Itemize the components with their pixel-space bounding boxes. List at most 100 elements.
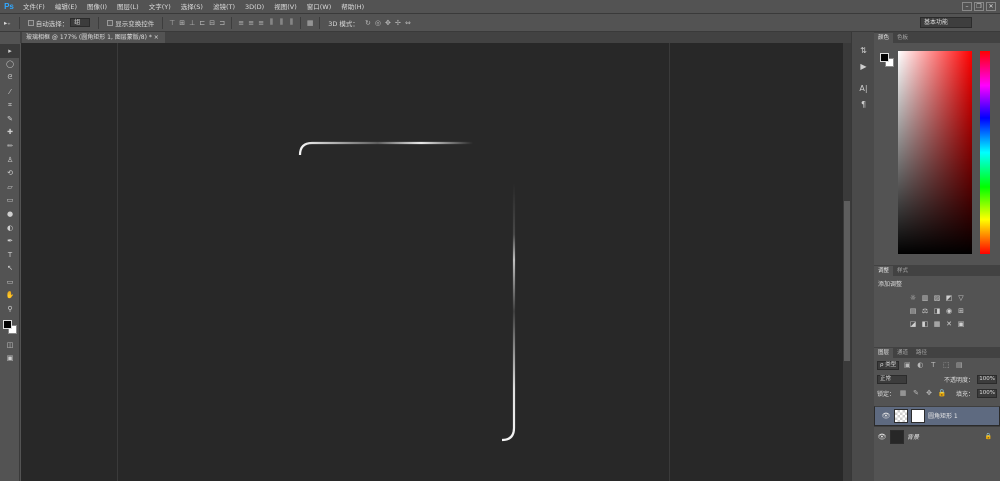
menu-3d[interactable]: 3D(D) <box>240 0 269 14</box>
history-icon[interactable]: ⇅ <box>852 42 875 58</box>
distribute-bottom-icon[interactable]: ≡ <box>256 19 266 27</box>
color-balance-icon[interactable]: ⚖ <box>921 307 930 316</box>
eraser-tool[interactable]: ▱ <box>0 180 20 194</box>
hand-tool[interactable]: ✋ <box>0 289 20 303</box>
black-white-icon[interactable]: ◨ <box>933 307 942 316</box>
layer-name[interactable]: 背景 <box>907 432 919 441</box>
foreground-color-swatch[interactable] <box>3 319 12 329</box>
align-hcenter-icon[interactable]: ⊟ <box>207 19 217 27</box>
align-bottom-icon[interactable]: ⊥ <box>187 19 197 27</box>
elliptical-marquee-tool[interactable]: ◯ <box>0 58 20 72</box>
color-picker-field[interactable] <box>898 51 972 254</box>
zoom-tool[interactable]: ⚲ <box>0 302 20 316</box>
clone-stamp-tool[interactable]: ♙ <box>0 153 20 167</box>
lasso-tool[interactable]: ᘓ <box>0 71 20 85</box>
menu-filter[interactable]: 滤镜(T) <box>208 0 240 14</box>
move-tool[interactable]: ▸ <box>0 44 20 58</box>
quick-mask-icon[interactable]: ◫ <box>0 338 20 352</box>
menu-window[interactable]: 窗口(W) <box>302 0 337 14</box>
hue-slider[interactable] <box>980 51 990 254</box>
lock-pixels-icon[interactable]: ✎ <box>911 389 921 397</box>
screen-mode-icon[interactable]: ▣ <box>0 351 20 365</box>
align-vcenter-icon[interactable]: ⊞ <box>177 19 187 27</box>
visibility-eye-icon[interactable]: 👁 <box>878 412 894 420</box>
layer-mask-thumbnail[interactable] <box>911 409 925 423</box>
workspace-dropdown[interactable]: 基本功能 <box>920 17 972 28</box>
lock-transparent-icon[interactable]: ▦ <box>898 389 908 397</box>
document-canvas[interactable] <box>21 43 843 481</box>
align-top-icon[interactable]: ⊤ <box>167 19 177 27</box>
show-transform-checkbox[interactable] <box>107 19 114 26</box>
curves-icon[interactable]: ▨ <box>933 294 942 303</box>
actions-icon[interactable]: ▶ <box>852 58 875 74</box>
gradient-tool[interactable]: ▭ <box>0 194 20 208</box>
3d-roll-icon[interactable]: ◎ <box>373 19 383 27</box>
3d-scale-icon[interactable]: ⇔ <box>403 19 413 27</box>
distribute-top-icon[interactable]: ≡ <box>236 19 246 27</box>
menu-file[interactable]: 文件(F) <box>18 0 50 14</box>
tab-paths[interactable]: 路径 <box>912 348 931 358</box>
gradient-map-icon[interactable]: ▣ <box>957 320 966 329</box>
filter-smart-icon[interactable]: ▤ <box>954 361 964 369</box>
tab-color[interactable]: 颜色 <box>874 33 894 43</box>
3d-rotate-icon[interactable]: ↻ <box>363 19 373 27</box>
auto-select-dropdown[interactable]: 组 <box>70 18 91 27</box>
filter-pixel-icon[interactable]: ▣ <box>902 361 912 369</box>
distribute-hcenter-icon[interactable]: ⫼ <box>276 18 286 27</box>
invert-icon[interactable]: ◪ <box>909 320 918 329</box>
menu-type[interactable]: 文字(Y) <box>144 0 176 14</box>
character-icon[interactable]: A| <box>852 80 875 96</box>
menu-select[interactable]: 选择(S) <box>176 0 208 14</box>
distribute-left-icon[interactable]: ⫼ <box>266 18 276 27</box>
canvas-scrollbar[interactable] <box>843 43 851 481</box>
path-selection-tool[interactable]: ↖ <box>0 262 20 276</box>
document-tab[interactable]: 玻璃相框 @ 177% (圆角矩形 1, 图层蒙版/8) * × <box>22 32 165 43</box>
threshold-icon[interactable]: ▦ <box>933 320 942 329</box>
photo-filter-icon[interactable]: ◉ <box>945 307 954 316</box>
eyedropper-tool[interactable]: ✎ <box>0 112 20 126</box>
scrollbar-thumb[interactable] <box>844 201 850 361</box>
levels-icon[interactable]: ▥ <box>921 294 930 303</box>
distribute-vcenter-icon[interactable]: ≡ <box>246 19 256 27</box>
layer-filter-dropdown[interactable]: ρ 类型 <box>877 360 900 370</box>
fill-input[interactable]: 100% <box>977 388 997 398</box>
tab-swatches[interactable]: 色板 <box>893 33 912 43</box>
filter-type-icon[interactable]: T <box>928 361 938 369</box>
close-button[interactable]: ✕ <box>986 2 996 11</box>
brush-tool[interactable]: ✏ <box>0 139 20 153</box>
exposure-icon[interactable]: ◩ <box>945 294 954 303</box>
brightness-contrast-icon[interactable]: ☼ <box>909 294 918 303</box>
layer-row-background[interactable]: 👁 背景 🔒 <box>874 426 1000 446</box>
menu-help[interactable]: 帮助(H) <box>336 0 369 14</box>
crop-tool[interactable]: ⌗ <box>0 98 20 112</box>
menu-view[interactable]: 视图(V) <box>269 0 302 14</box>
visibility-eye-icon[interactable]: 👁 <box>874 433 890 441</box>
menu-image[interactable]: 图像(I) <box>82 0 112 14</box>
history-brush-tool[interactable]: ⟲ <box>0 166 20 180</box>
3d-slide-icon[interactable]: ✢ <box>393 19 403 27</box>
tab-styles[interactable]: 样式 <box>893 266 912 276</box>
type-tool[interactable]: T <box>0 248 20 262</box>
distribute-right-icon[interactable]: ⫼ <box>286 18 296 27</box>
filter-adjust-icon[interactable]: ◐ <box>915 361 925 369</box>
panel-foreground-swatch[interactable] <box>880 53 889 62</box>
auto-select-checkbox[interactable] <box>27 19 34 26</box>
filter-shape-icon[interactable]: ⬚ <box>941 361 951 369</box>
restore-button[interactable]: ❐ <box>974 2 984 11</box>
menu-layer[interactable]: 图层(L) <box>112 0 144 14</box>
channel-mixer-icon[interactable]: ⊞ <box>957 307 966 316</box>
posterize-icon[interactable]: ◧ <box>921 320 930 329</box>
tab-channels[interactable]: 通道 <box>893 348 912 358</box>
align-right-icon[interactable]: ⊐ <box>217 19 227 27</box>
tab-layers[interactable]: 图层 <box>874 348 894 358</box>
layer-row-rounded-rect[interactable]: 👁 圆角矩形 1 <box>874 406 1000 426</box>
quick-selection-tool[interactable]: ⁄ <box>0 85 20 99</box>
lock-all-icon[interactable]: 🔒 <box>937 389 947 397</box>
blend-mode-dropdown[interactable]: 正常 <box>877 374 907 384</box>
pen-tool[interactable]: ✒ <box>0 234 20 248</box>
align-left-icon[interactable]: ⊏ <box>197 19 207 27</box>
rectangle-tool[interactable]: ▭ <box>0 275 20 289</box>
dodge-tool[interactable]: ◐ <box>0 221 20 235</box>
menu-edit[interactable]: 编辑(E) <box>50 0 82 14</box>
minimize-button[interactable]: – <box>962 2 972 11</box>
